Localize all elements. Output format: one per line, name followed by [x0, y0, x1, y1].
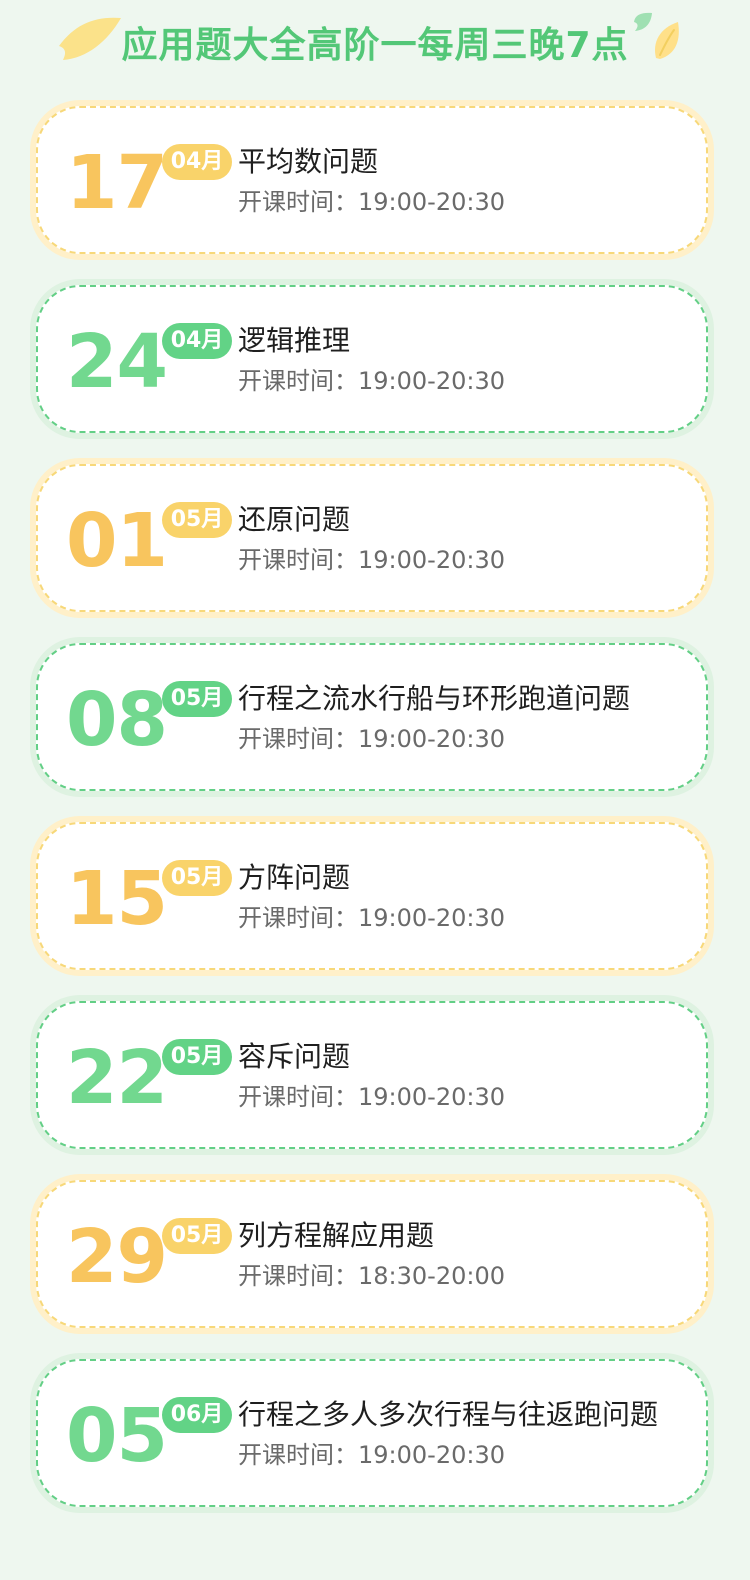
day-number: 29 — [66, 1214, 168, 1300]
month-badge: 04月 — [162, 144, 232, 180]
day-number: 22 — [66, 1035, 168, 1121]
month-badge: 04月 — [162, 323, 232, 359]
month-badge: 05月 — [162, 860, 232, 896]
lesson-title: 列方程解应用题 — [238, 1219, 435, 1252]
lesson-title: 容斥问题 — [238, 1040, 351, 1073]
lesson-title: 方阵问题 — [238, 861, 351, 894]
day-number: 01 — [66, 498, 168, 584]
lesson-card[interactable]: 05 06月 行程之多人多次行程与往返跑问题 开课时间：19:00-20:30 — [30, 1353, 714, 1513]
month-badge: 05月 — [162, 1039, 232, 1075]
day-number: 24 — [66, 319, 168, 405]
lesson-title: 行程之多人多次行程与往返跑问题 — [238, 1398, 659, 1431]
lesson-time: 开课时间：19:00-20:30 — [238, 904, 505, 932]
lesson-time: 开课时间：19:00-20:30 — [238, 725, 505, 753]
lesson-title: 还原问题 — [238, 503, 351, 536]
lesson-time: 开课时间：19:00-20:30 — [238, 367, 505, 395]
month-badge: 05月 — [162, 1218, 232, 1254]
month-badge: 06月 — [162, 1397, 232, 1433]
day-number: 08 — [66, 677, 168, 763]
day-number: 17 — [66, 140, 168, 226]
day-number: 15 — [66, 856, 168, 942]
lesson-card[interactable]: 15 05月 方阵问题 开课时间：19:00-20:30 — [30, 816, 714, 976]
lesson-card[interactable]: 24 04月 逻辑推理 开课时间：19:00-20:30 — [30, 279, 714, 439]
lesson-title: 平均数问题 — [238, 145, 379, 178]
lesson-card[interactable]: 17 04月 平均数问题 开课时间：19:00-20:30 — [30, 100, 714, 260]
lesson-time: 开课时间：19:00-20:30 — [238, 1441, 505, 1469]
header: 应用题大全高阶一每周三晚7点 — [0, 0, 750, 92]
month-badge: 05月 — [162, 681, 232, 717]
lesson-time: 开课时间：18:30-20:00 — [238, 1262, 505, 1290]
lesson-title: 行程之流水行船与环形跑道问题 — [238, 682, 631, 715]
lesson-card[interactable]: 29 05月 列方程解应用题 开课时间：18:30-20:00 — [30, 1174, 714, 1334]
day-number: 05 — [66, 1393, 168, 1479]
month-badge: 05月 — [162, 502, 232, 538]
lesson-time: 开课时间：19:00-20:30 — [238, 1083, 505, 1111]
lesson-card[interactable]: 22 05月 容斥问题 开课时间：19:00-20:30 — [30, 995, 714, 1155]
lesson-card[interactable]: 08 05月 行程之流水行船与环形跑道问题 开课时间：19:00-20:30 — [30, 637, 714, 797]
lesson-title: 逻辑推理 — [238, 324, 351, 357]
leaf-icon-right — [654, 22, 679, 59]
lesson-time: 开课时间：19:00-20:30 — [238, 546, 505, 574]
schedule-list: 17 04月 平均数问题 开课时间：19:00-20:30 24 04月 逻辑推… — [30, 100, 714, 1532]
lesson-card[interactable]: 01 05月 还原问题 开课时间：19:00-20:30 — [30, 458, 714, 618]
lesson-time: 开课时间：19:00-20:30 — [238, 188, 505, 216]
